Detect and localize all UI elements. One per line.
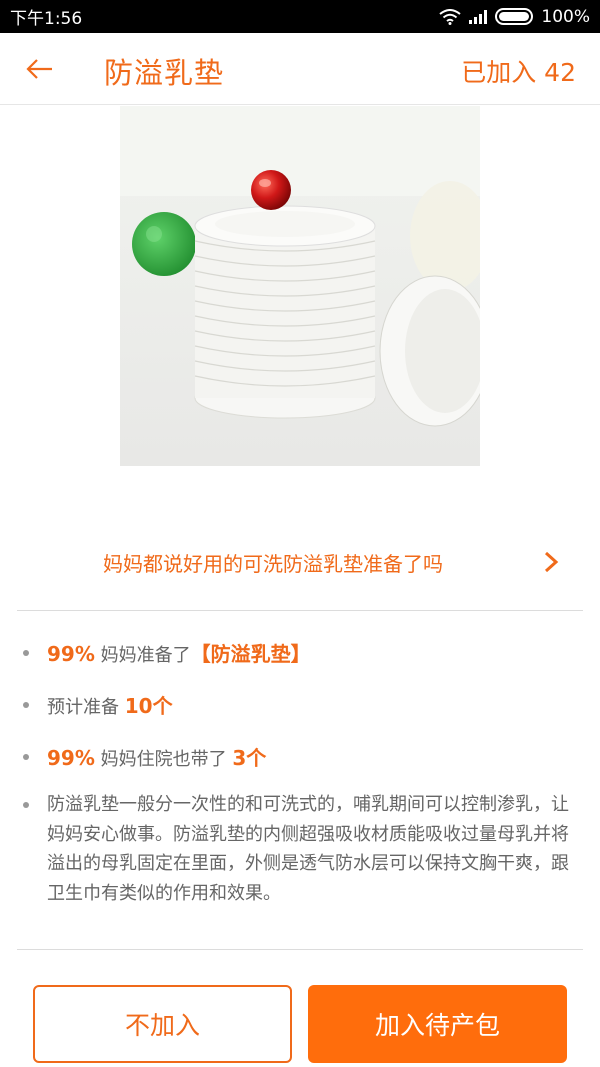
fact-text: 妈妈准备了 <box>94 645 191 666</box>
description-text: 防溢乳垫一般分一次性的和可洗式的，哺乳期间可以控制渗乳，让妈妈安心做事。防溢乳垫… <box>47 794 569 904</box>
battery-icon <box>495 8 534 25</box>
added-count[interactable]: 已加入 42 <box>461 53 576 89</box>
divider <box>17 949 583 950</box>
chevron-right-icon <box>544 551 559 573</box>
bullet-icon <box>23 702 29 708</box>
status-icons: 100% <box>439 7 590 27</box>
signal-icon <box>469 9 488 24</box>
article-link[interactable]: 妈妈都说好用的可洗防溢乳垫准备了吗 <box>0 540 600 584</box>
decline-button[interactable]: 不加入 <box>33 985 292 1063</box>
bullet-icon <box>23 754 29 760</box>
fact-text: 妈妈住院也带了 <box>94 749 233 770</box>
add-to-bag-button[interactable]: 加入待产包 <box>308 985 567 1063</box>
fact-percent: 99% <box>47 746 95 770</box>
fact-percent: 99% <box>47 642 95 666</box>
status-bar: 下午1:56 100% <box>0 0 600 33</box>
fact-quantity: 10个 <box>124 694 173 718</box>
bullet-icon <box>23 650 29 656</box>
fact-item-name: 【防溢乳垫】 <box>190 642 311 666</box>
product-image <box>120 106 480 466</box>
app-header: 防溢乳垫 已加入 42 <box>0 33 600 105</box>
bullet-icon <box>23 802 29 808</box>
page-title: 防溢乳垫 <box>104 56 225 90</box>
article-link-text: 妈妈都说好用的可洗防溢乳垫准备了吗 <box>103 552 443 576</box>
wifi-icon <box>439 8 462 25</box>
divider <box>17 610 583 611</box>
back-arrow-icon[interactable] <box>22 51 58 87</box>
battery-percent: 100% <box>541 6 590 27</box>
fact-quantity: 3个 <box>232 746 267 770</box>
fact-text: 预计准备 <box>47 697 125 718</box>
status-time: 下午1:56 <box>10 9 83 29</box>
